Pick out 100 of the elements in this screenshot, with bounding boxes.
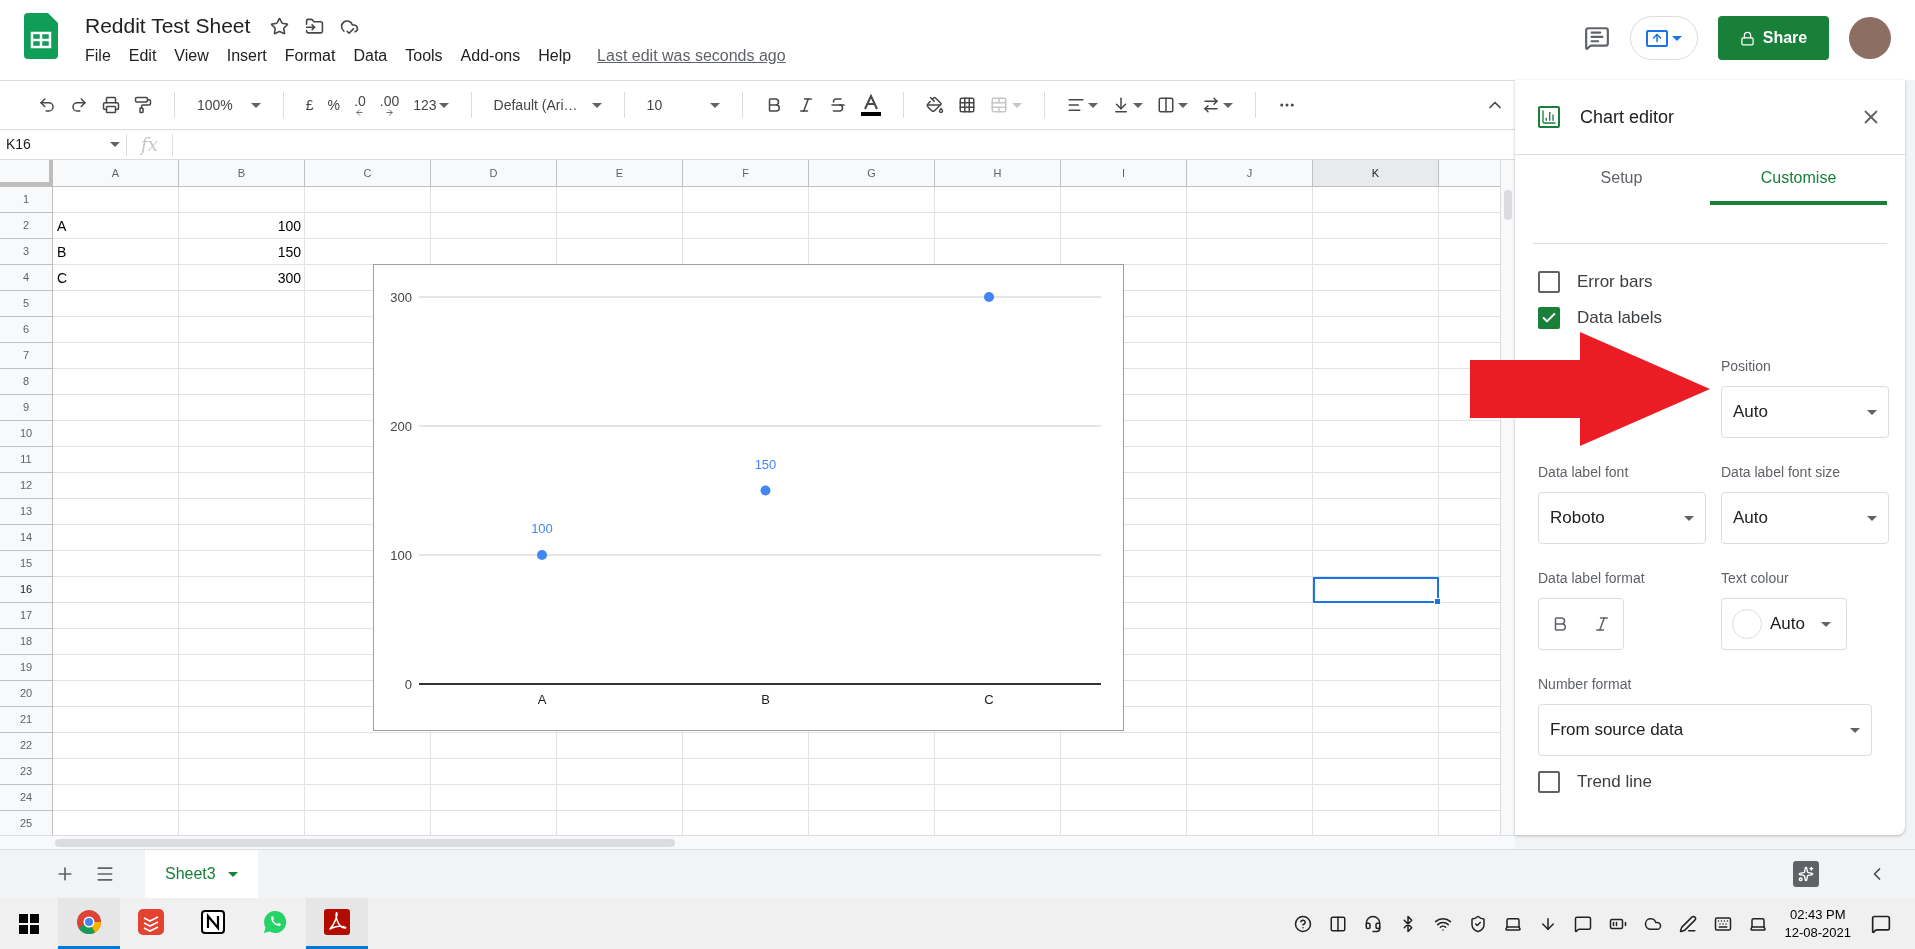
clock-date[interactable]: 12-08-2021 — [1784, 923, 1851, 942]
checkbox[interactable] — [1538, 271, 1560, 293]
undo-icon[interactable] — [38, 96, 56, 114]
row-header[interactable]: 18 — [0, 629, 53, 655]
checkbox[interactable] — [1538, 307, 1560, 329]
menu-item[interactable]: Edit — [128, 44, 157, 68]
editor-tab[interactable]: Customise — [1710, 155, 1887, 205]
table-cell[interactable]: 300 — [179, 265, 305, 291]
column-header[interactable]: D — [431, 160, 557, 186]
row-header[interactable]: 5 — [0, 291, 53, 317]
fill-handle[interactable] — [1434, 598, 1441, 605]
sheet-app-icon[interactable] — [1328, 914, 1347, 933]
table-cell[interactable]: 100 — [179, 213, 305, 239]
row-header[interactable]: 19 — [0, 655, 53, 681]
zoom-dropdown[interactable]: 100% — [197, 94, 261, 116]
merge-cells-icon[interactable] — [990, 96, 1009, 114]
text-color-icon[interactable] — [861, 94, 882, 116]
column-header[interactable]: B — [179, 160, 305, 186]
selected-cell[interactable] — [1313, 577, 1439, 603]
move-folder-icon[interactable] — [305, 16, 325, 36]
currency-format-button[interactable]: £ — [305, 94, 314, 116]
column-header[interactable]: C — [305, 160, 431, 186]
column-header[interactable]: G — [809, 160, 935, 186]
paint-format-icon[interactable] — [134, 96, 152, 114]
table-cell[interactable]: 150 — [179, 239, 305, 265]
menu-item[interactable]: View — [174, 44, 209, 68]
row-header[interactable]: 10 — [0, 421, 53, 447]
text-rotation-icon[interactable] — [1202, 96, 1221, 114]
dropdown[interactable]: Roboto — [1538, 492, 1706, 544]
column-header[interactable]: H — [935, 160, 1061, 186]
pen-icon[interactable] — [1678, 914, 1697, 933]
table-cell[interactable]: A — [53, 213, 179, 239]
font-dropdown[interactable]: Default (Ari… — [493, 94, 602, 116]
row-header[interactable]: 20 — [0, 681, 53, 707]
column-header[interactable]: I — [1061, 160, 1187, 186]
explore-button[interactable] — [1793, 861, 1819, 887]
last-edit-link[interactable]: Last edit was seconds ago — [597, 44, 786, 68]
row-header[interactable]: 7 — [0, 343, 53, 369]
fill-color-icon[interactable] — [926, 96, 945, 114]
row-header[interactable]: 23 — [0, 759, 53, 785]
number-format-dropdown[interactable]: 123 — [413, 94, 449, 116]
percent-format-button[interactable]: % — [327, 94, 341, 116]
table-cell[interactable]: B — [53, 239, 179, 265]
color-dropdown[interactable]: Auto — [1721, 598, 1847, 650]
row-header[interactable]: 17 — [0, 603, 53, 629]
row-header[interactable]: 13 — [0, 499, 53, 525]
column-header[interactable]: F — [683, 160, 809, 186]
menu-item[interactable]: Add-ons — [460, 44, 521, 68]
borders-icon[interactable] — [958, 96, 977, 114]
decrease-decimals-button[interactable]: .0 — [354, 93, 366, 117]
menu-item[interactable]: Format — [284, 44, 336, 68]
windows-logo-icon[interactable] — [19, 913, 39, 934]
table-cell[interactable]: C — [53, 265, 179, 291]
checkbox[interactable] — [1538, 771, 1560, 793]
row-header[interactable]: 3 — [0, 239, 53, 265]
row-header[interactable]: 8 — [0, 369, 53, 395]
row-header[interactable]: 14 — [0, 525, 53, 551]
all-sheets-icon[interactable] — [95, 864, 115, 884]
row-header[interactable]: 21 — [0, 707, 53, 733]
menu-item[interactable]: Help — [538, 44, 572, 68]
menu-item[interactable]: File — [85, 44, 111, 68]
horizontal-scrollbar[interactable] — [0, 835, 1515, 849]
row-header[interactable]: 22 — [0, 733, 53, 759]
sheet-tab[interactable]: Sheet3 — [145, 850, 258, 898]
editor-tab[interactable]: Setup — [1533, 155, 1710, 205]
shield-icon[interactable] — [1468, 914, 1487, 933]
row-header[interactable]: 6 — [0, 317, 53, 343]
column-header[interactable]: A — [53, 160, 179, 186]
font-size-dropdown[interactable]: 10 — [646, 94, 721, 116]
row-header[interactable]: 12 — [0, 473, 53, 499]
chart[interactable]: 0 100 200 300 A B C 100 150 — [373, 264, 1124, 731]
chat-icon[interactable] — [1573, 914, 1592, 933]
row-header[interactable]: 25 — [0, 811, 53, 835]
row-header[interactable]: 11 — [0, 447, 53, 473]
strikethrough-icon[interactable] — [829, 96, 848, 114]
name-box[interactable]: K16 — [0, 134, 126, 155]
text-wrap-icon[interactable] — [1157, 96, 1176, 114]
row-header[interactable]: 1 — [0, 187, 53, 213]
row-header[interactable]: 16 — [0, 577, 53, 603]
row-header[interactable]: 15 — [0, 551, 53, 577]
row-header[interactable]: 2 — [0, 213, 53, 239]
menu-item[interactable]: Data — [353, 44, 388, 68]
column-header[interactable]: K — [1313, 160, 1439, 186]
notifications-icon[interactable] — [1871, 913, 1891, 934]
menu-item[interactable]: Tools — [405, 44, 443, 68]
vertical-scrollbar[interactable] — [1500, 160, 1515, 835]
avatar[interactable] — [1849, 17, 1891, 59]
comment-icon[interactable] — [1584, 25, 1610, 51]
row-header[interactable]: 9 — [0, 395, 53, 421]
dropdown[interactable]: From source data — [1538, 704, 1872, 756]
star-icon[interactable] — [270, 16, 290, 36]
row-header[interactable]: 24 — [0, 785, 53, 811]
help-icon[interactable] — [1293, 914, 1312, 933]
italic-icon[interactable] — [1593, 615, 1611, 633]
headset-icon[interactable] — [1363, 914, 1382, 933]
share-button[interactable]: Share — [1718, 16, 1829, 60]
redo-icon[interactable] — [70, 96, 88, 114]
print-icon[interactable] — [102, 96, 120, 114]
dropdown[interactable]: Auto — [1721, 386, 1889, 438]
dropdown[interactable]: Auto — [1721, 492, 1889, 544]
